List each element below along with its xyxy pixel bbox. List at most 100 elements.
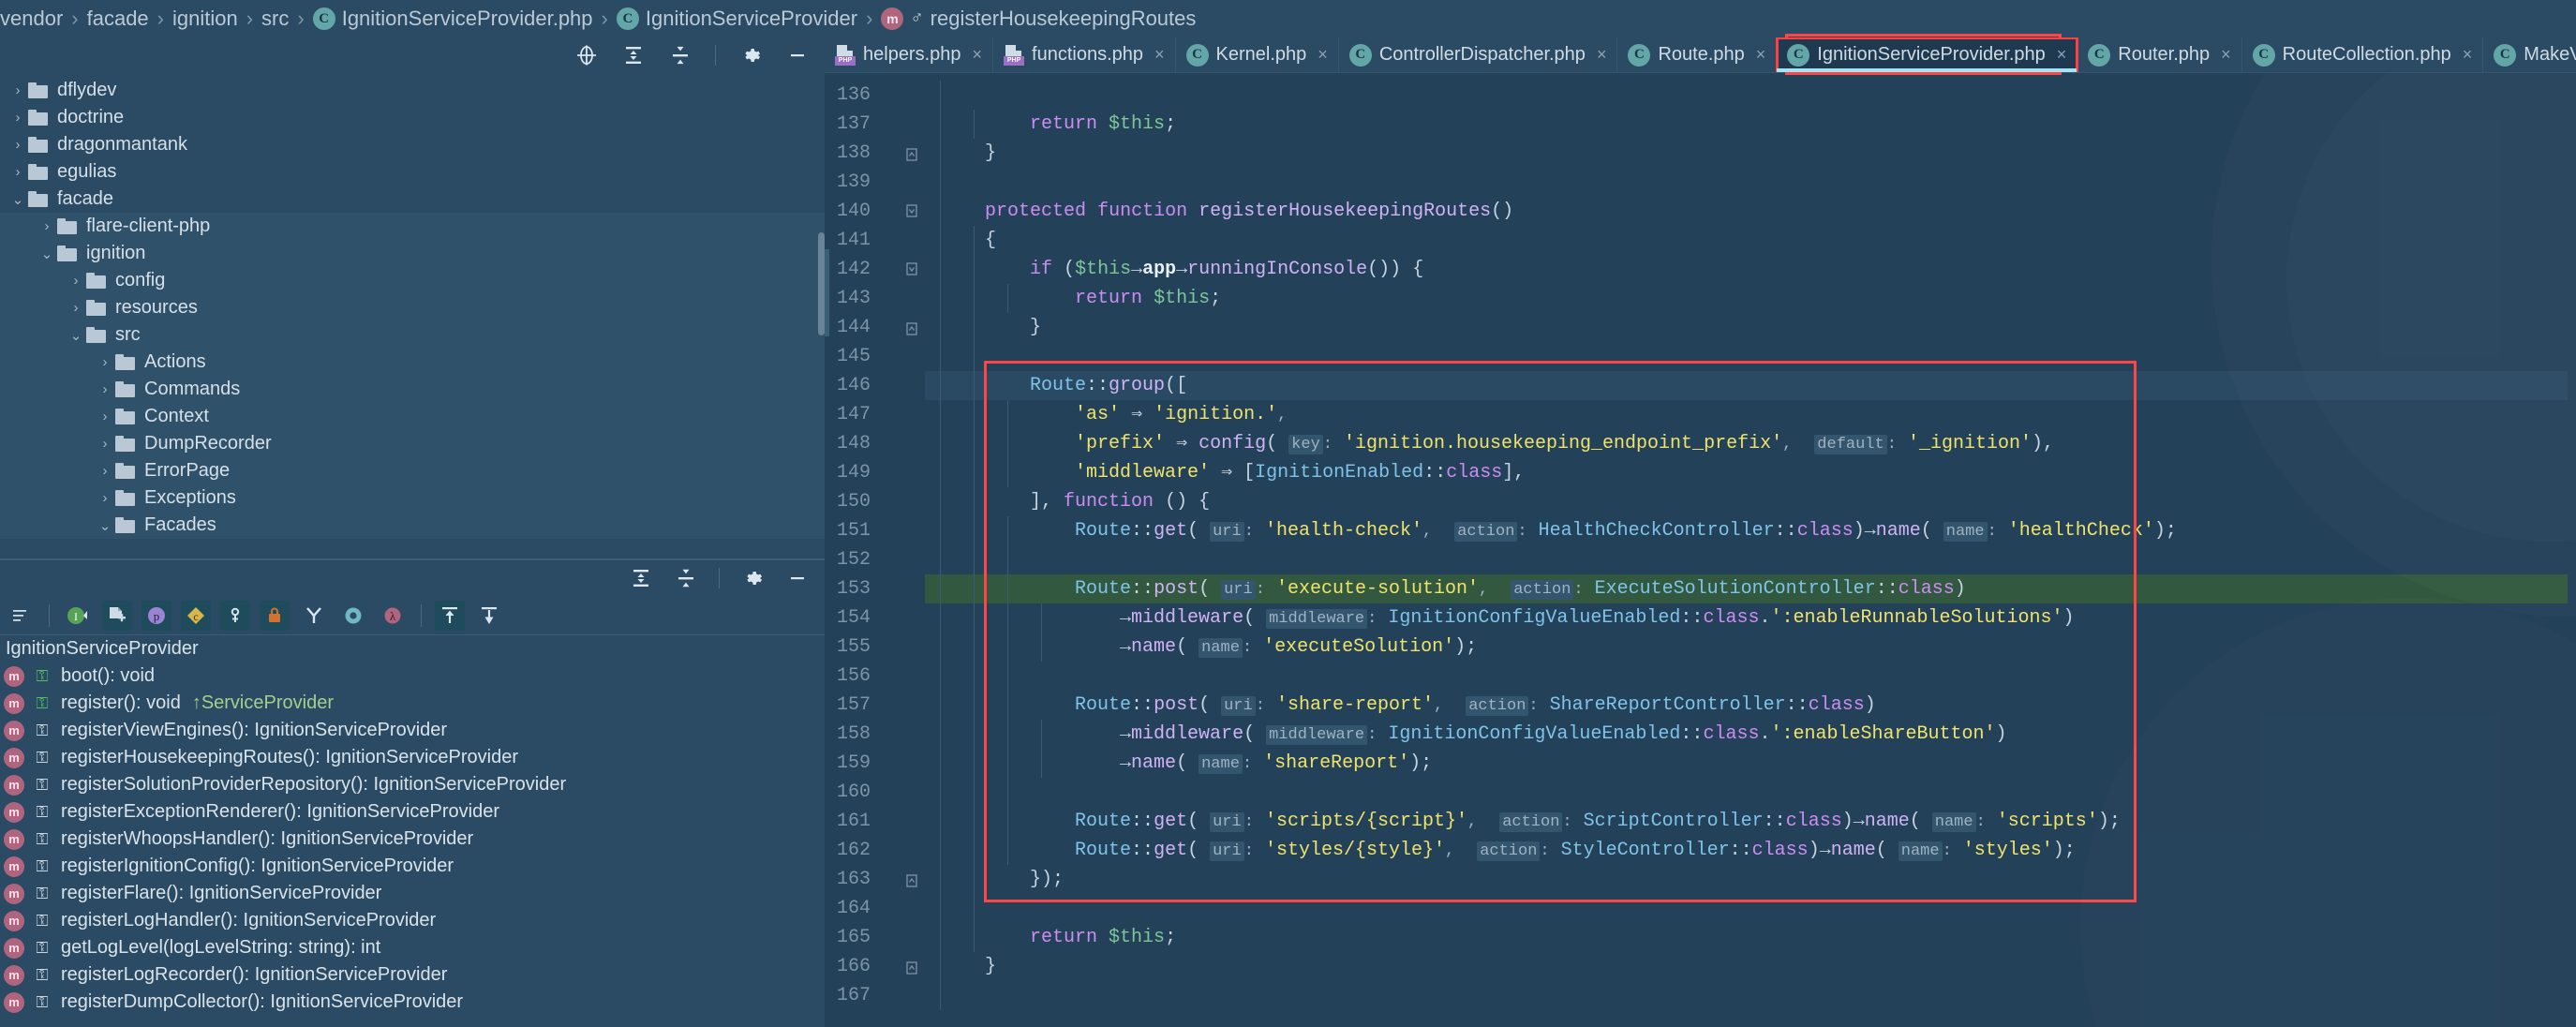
- close-icon[interactable]: ×: [2057, 45, 2067, 65]
- structure-class-name[interactable]: IgnitionServiceProvider: [0, 635, 825, 662]
- structure-item-registerloghandler[interactable]: m ⚿ registerLogHandler(): IgnitionServiceP…: [0, 907, 825, 934]
- editor-tab-bar[interactable]: PHP helpers.php × PHP functions.php × C Kernel.…: [825, 37, 2576, 73]
- show-non-public-members-lock-icon[interactable]: [260, 600, 290, 631]
- collapse-all-structure-icon[interactable]: [474, 601, 504, 631]
- show-public-members-icon[interactable]: [220, 600, 250, 631]
- settings-gear-icon[interactable]: [740, 566, 765, 590]
- breadcrumb-item-vendor[interactable]: vendor: [0, 7, 63, 31]
- structure-item-registerviewengines[interactable]: m ⚿ registerViewEngines(): IgnitionService…: [0, 717, 825, 744]
- code-line[interactable]: }: [925, 952, 996, 981]
- code-line[interactable]: if ($this→app→runningInConsole()) {: [925, 255, 1423, 284]
- hide-panel-icon[interactable]: [785, 43, 810, 67]
- editor-tab-kernel-php[interactable]: C Kernel.php ×: [1176, 37, 1339, 72]
- tree-item-ignition[interactable]: ⌄ ignition: [0, 240, 825, 267]
- structure-item-registerignitionconfig[interactable]: m ⚿ registerIgnitionConfig(): IgnitionServ…: [0, 853, 825, 880]
- structure-filter-toolbar[interactable]: I p c λ: [0, 596, 825, 635]
- editor-code-area[interactable]: return $this; } protected function regis…: [925, 73, 2576, 1027]
- editor-tab-route-php[interactable]: C Route.php ×: [1617, 37, 1778, 72]
- chevron-right-icon[interactable]: ›: [95, 409, 115, 424]
- locate-icon[interactable]: [574, 43, 599, 67]
- chevron-right-icon[interactable]: ›: [7, 137, 28, 153]
- editor-tab-functions-php[interactable]: PHP functions.php ×: [993, 37, 1176, 72]
- tree-item-egulias[interactable]: › egulias: [0, 158, 825, 186]
- code-line[interactable]: 'as' ⇒ 'ignition.',: [925, 400, 1287, 429]
- show-inherited-icon[interactable]: I: [63, 601, 93, 631]
- close-icon[interactable]: ×: [2463, 45, 2473, 65]
- structure-item-getloglevel[interactable]: m ⚿ getLogLevel(logLevelString: string): i…: [0, 934, 825, 961]
- show-constants-icon[interactable]: c: [181, 600, 211, 631]
- chevron-right-icon[interactable]: ›: [7, 82, 28, 98]
- structure-item-registerhousekeepingroutes[interactable]: m ⚿ registerHousekeepingRoutes(): Ignition…: [0, 744, 825, 771]
- tree-item-actions[interactable]: › Actions: [0, 349, 825, 376]
- expand-all-icon[interactable]: [621, 43, 646, 67]
- collapse-all-icon[interactable]: [674, 566, 698, 590]
- close-icon[interactable]: ×: [1597, 45, 1607, 65]
- code-line[interactable]: [925, 894, 940, 923]
- code-line[interactable]: →middleware( middleware: IgnitionConfigV…: [925, 720, 2007, 749]
- code-line[interactable]: [925, 981, 940, 1010]
- sort-alphabetically-icon[interactable]: [6, 601, 36, 631]
- tree-item-facades[interactable]: ⌄ Facades: [0, 512, 825, 539]
- structure-item-registersolutionproviderrepository[interactable]: m ⚿ registerSolutionProviderRepository(): …: [0, 771, 825, 798]
- settings-gear-icon[interactable]: [738, 43, 763, 67]
- collapse-all-icon[interactable]: [668, 43, 692, 67]
- chevron-right-icon[interactable]: ›: [95, 463, 115, 479]
- tree-item-flare-client-php[interactable]: › flare-client-php: [0, 213, 825, 240]
- chevron-right-icon[interactable]: ›: [95, 354, 115, 370]
- breadcrumb-item-class[interactable]: C IgnitionServiceProvider: [616, 7, 857, 31]
- fold-end-icon[interactable]: [903, 313, 920, 342]
- code-line[interactable]: Route::get( uri: 'styles/{style}', actio…: [925, 836, 2076, 865]
- code-line[interactable]: Route::post( uri: 'share-report', action…: [925, 691, 1876, 720]
- code-line[interactable]: [925, 168, 940, 197]
- code-line[interactable]: return $this;: [925, 110, 1176, 139]
- code-line[interactable]: Route::group([: [925, 371, 1187, 400]
- code-editor[interactable]: 136 137 138 139 140 141 142 143 144 145 146 147 148 1…: [825, 73, 2576, 1027]
- code-line[interactable]: [925, 545, 940, 574]
- breadcrumb-item-facade[interactable]: facade: [87, 7, 149, 31]
- breadcrumb-item-src[interactable]: src: [261, 7, 289, 31]
- fold-end-icon[interactable]: [903, 952, 920, 981]
- breadcrumb-item-file[interactable]: C IgnitionServiceProvider.php: [312, 7, 593, 31]
- chevron-right-icon[interactable]: ›: [95, 436, 115, 452]
- tree-item-dumprecorder[interactable]: › DumpRecorder: [0, 430, 825, 457]
- editor-tab-controllerdispatcher-php[interactable]: C ControllerDispatcher.php ×: [1339, 37, 1618, 72]
- expand-all-structure-icon[interactable]: [435, 600, 465, 631]
- chevron-right-icon[interactable]: ›: [66, 273, 86, 289]
- close-icon[interactable]: ×: [1318, 45, 1328, 65]
- code-line[interactable]: protected function registerHousekeepingR…: [925, 197, 1513, 226]
- show-non-java-files-icon[interactable]: [102, 600, 132, 631]
- code-line[interactable]: [925, 81, 940, 110]
- close-icon[interactable]: ×: [1154, 45, 1165, 65]
- tree-item-facade[interactable]: ⌄ facade: [0, 186, 825, 213]
- editor-tab-ignitionserviceprovider-php[interactable]: C IgnitionServiceProvider.php ×: [1776, 37, 2079, 72]
- editor-vertical-scrollbar[interactable]: [2568, 73, 2576, 1027]
- close-icon[interactable]: ×: [973, 45, 983, 65]
- code-line[interactable]: return $this;: [925, 284, 1221, 313]
- chevron-right-icon[interactable]: ›: [66, 300, 86, 316]
- editor-tab-helpers-php[interactable]: PHP helpers.php ×: [825, 37, 994, 72]
- structure-item-register[interactable]: m ⚿ register(): void ↑ServiceProvider: [0, 690, 825, 717]
- code-line[interactable]: ], function () {: [925, 487, 1210, 516]
- tree-item-context[interactable]: › Context: [0, 403, 825, 430]
- chevron-right-icon[interactable]: ›: [7, 110, 28, 126]
- code-line[interactable]: Route::post( uri: 'execute-solution', ac…: [925, 574, 1966, 603]
- chevron-right-icon[interactable]: ›: [7, 164, 28, 180]
- fold-end-icon[interactable]: [903, 139, 920, 168]
- tree-item-src[interactable]: ⌄ src: [0, 321, 825, 349]
- code-line[interactable]: }: [925, 313, 1041, 342]
- tree-item-resources[interactable]: › resources: [0, 294, 825, 321]
- show-anonymous-classes-icon[interactable]: λ: [378, 601, 408, 631]
- fold-expanded-icon[interactable]: [903, 255, 920, 284]
- structure-panel[interactable]: IgnitionServiceProvider m ⚿ boot(): void m ⚿…: [0, 635, 825, 1027]
- code-line[interactable]: Route::get( uri: 'scripts/{script}', act…: [925, 807, 2121, 836]
- editor-tab-router-php[interactable]: C Router.php ×: [2077, 37, 2242, 72]
- chevron-right-icon[interactable]: ›: [95, 490, 115, 506]
- tree-item-exceptions[interactable]: › Exceptions: [0, 484, 825, 512]
- breadcrumb[interactable]: vendor › facade › ignition › src › C Ign…: [0, 0, 2576, 37]
- code-line[interactable]: →name( name: 'shareReport');: [925, 749, 1432, 778]
- code-line[interactable]: →middleware( middleware: IgnitionConfigV…: [925, 603, 2075, 633]
- code-line[interactable]: }: [925, 139, 996, 168]
- close-icon[interactable]: ×: [1756, 45, 1766, 65]
- chevron-down-icon[interactable]: ⌄: [95, 517, 115, 534]
- code-line[interactable]: return $this;: [925, 923, 1176, 952]
